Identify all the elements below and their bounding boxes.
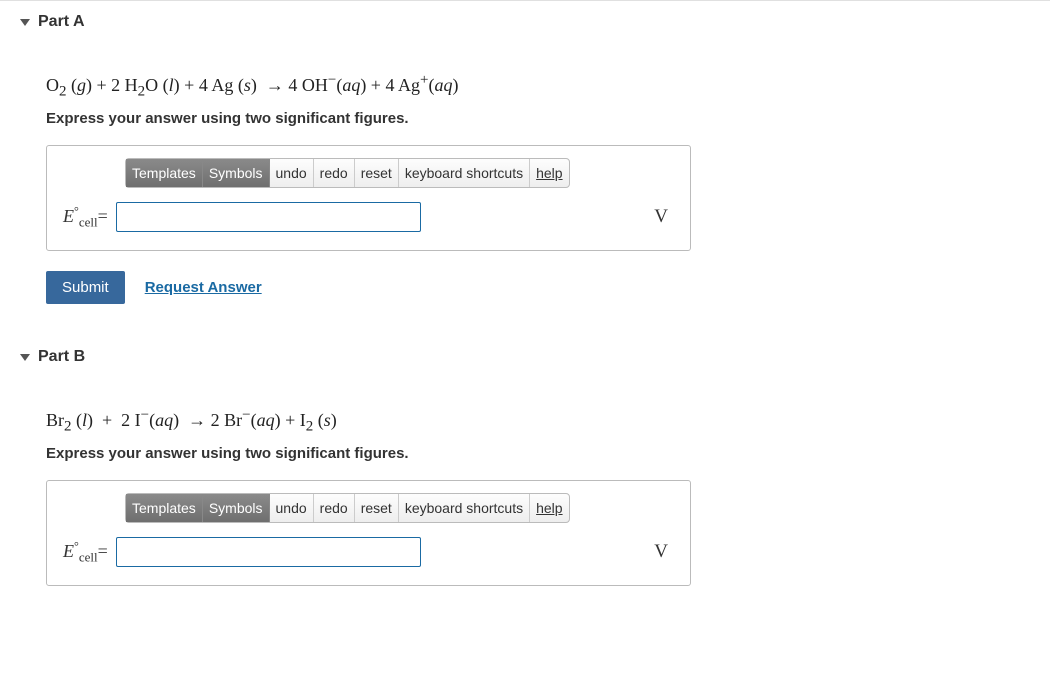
unit-label: V: [654, 541, 668, 563]
undo-button[interactable]: undo: [270, 494, 314, 522]
undo-button[interactable]: undo: [270, 159, 314, 187]
equation: Br2 (l) + 2 I−(aq) → 2 Br−(aq) + I2 (s): [46, 410, 1004, 431]
instruction: Express your answer using two significan…: [46, 445, 1004, 462]
request-answer-link[interactable]: Request Answer: [145, 279, 262, 296]
help-button[interactable]: help: [530, 159, 568, 187]
part-toggle[interactable]: Part B: [20, 348, 978, 376]
answer-input[interactable]: [116, 202, 421, 232]
part-title: Part B: [38, 348, 85, 366]
symbols-button[interactable]: Symbols: [203, 159, 270, 187]
equation: O2 (g) + 2 H2O (l) + 4 Ag (s) → 4 OH−(aq…: [46, 75, 1004, 96]
unit-label: V: [654, 206, 668, 228]
reset-button[interactable]: reset: [355, 494, 399, 522]
editor-toolbar: Templates Symbols undo redo reset keyboa…: [125, 158, 570, 188]
kbshort-button[interactable]: keyboard shortcuts: [399, 159, 530, 187]
submit-button[interactable]: Submit: [46, 271, 125, 304]
kbshort-button[interactable]: keyboard shortcuts: [399, 494, 530, 522]
redo-button[interactable]: redo: [314, 494, 355, 522]
templates-button[interactable]: Templates: [126, 494, 203, 522]
answer-container: Templates Symbols undo redo reset keyboa…: [46, 480, 691, 586]
answer-label: E°cell=: [63, 539, 108, 566]
answer-input[interactable]: [116, 537, 421, 567]
instruction: Express your answer using two significan…: [46, 110, 1004, 127]
help-button[interactable]: help: [530, 494, 568, 522]
redo-button[interactable]: redo: [314, 159, 355, 187]
symbols-button[interactable]: Symbols: [203, 494, 270, 522]
reset-button[interactable]: reset: [355, 159, 399, 187]
caret-down-icon: [20, 354, 30, 361]
editor-toolbar: Templates Symbols undo redo reset keyboa…: [125, 493, 570, 523]
answer-label: E°cell=: [63, 204, 108, 231]
answer-container: Templates Symbols undo redo reset keyboa…: [46, 145, 691, 251]
caret-down-icon: [20, 19, 30, 26]
part-title: Part A: [38, 13, 85, 31]
templates-button[interactable]: Templates: [126, 159, 203, 187]
part-toggle[interactable]: Part A: [20, 13, 978, 41]
